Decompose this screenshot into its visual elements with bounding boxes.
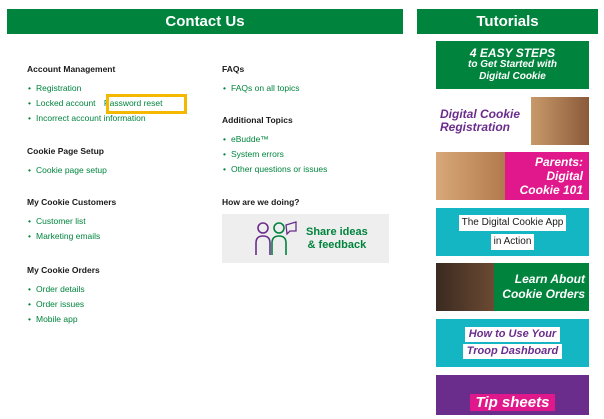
- section-heading: Additional Topics: [222, 115, 293, 125]
- section-heading: FAQs: [222, 64, 245, 74]
- cookie-page-setup-section: Cookie Page Setup Cookie page setup: [27, 145, 107, 178]
- ebudde-link[interactable]: eBudde™: [222, 132, 327, 147]
- additional-topics-section: Additional Topics eBudde™ System errors …: [222, 114, 327, 177]
- customer-list-link[interactable]: Customer list: [27, 214, 116, 229]
- tutorial-troop-dashboard[interactable]: How to Use Your Troop Dashboard: [436, 319, 589, 367]
- tile-line: Troop Dashboard: [462, 344, 563, 359]
- contact-us-title: Contact Us: [165, 13, 245, 30]
- tile-line: Learn About: [514, 272, 585, 286]
- tutorial-parents-101[interactable]: Parents: Digital Cookie 101: [436, 152, 589, 200]
- tile-line: Registration: [440, 120, 511, 134]
- tile-line: 4 EASY STEPS: [469, 46, 556, 60]
- tutorial-registration[interactable]: Digital Cookie Registration: [436, 97, 589, 145]
- cookie-customers-section: My Cookie Customers Customer list Market…: [27, 196, 116, 244]
- tutorials-title: Tutorials: [476, 13, 539, 30]
- tutorial-app-in-action[interactable]: The Digital Cookie App in Action: [436, 208, 589, 256]
- tile-line: Cookie Orders: [502, 287, 585, 301]
- locked-account-label[interactable]: Locked account: [36, 98, 96, 108]
- share-ideas-text: Share ideas: [306, 225, 368, 238]
- contact-us-header: Contact Us: [7, 9, 403, 34]
- section-heading: How are we doing?: [222, 197, 300, 207]
- tutorial-easy-steps[interactable]: 4 EASY STEPS to Get Started with Digital…: [436, 41, 589, 89]
- cookie-orders-section: My Cookie Orders Order details Order iss…: [27, 264, 100, 327]
- tile-line: Digital Cookie: [479, 71, 546, 82]
- tutorial-cookie-orders[interactable]: Learn About Cookie Orders: [436, 263, 589, 311]
- highlight-box: [106, 94, 187, 114]
- section-heading: Account Management: [27, 64, 116, 74]
- tile-line: in Action: [490, 233, 535, 250]
- section-heading: My Cookie Orders: [27, 265, 100, 275]
- tutorial-tip-sheets[interactable]: Tip sheets: [436, 375, 589, 415]
- tutorials-header: Tutorials: [417, 9, 598, 34]
- tile-line: Tip sheets: [469, 394, 556, 411]
- faqs-section: FAQs FAQs on all topics: [222, 63, 300, 96]
- other-questions-link[interactable]: Other questions or issues: [222, 162, 327, 177]
- tile-line: Cookie 101: [519, 183, 583, 197]
- people-feedback-icon: [255, 220, 297, 255]
- system-errors-link[interactable]: System errors: [222, 147, 327, 162]
- tile-line: How to Use Your: [464, 327, 561, 342]
- marketing-emails-link[interactable]: Marketing emails: [27, 229, 116, 244]
- section-heading: My Cookie Customers: [27, 197, 117, 207]
- share-feedback-button[interactable]: Share ideas & feedback: [222, 214, 389, 263]
- faqs-all-topics-link[interactable]: FAQs on all topics: [222, 81, 300, 96]
- feedback-text: & feedback: [307, 238, 367, 251]
- order-details-link[interactable]: Order details: [27, 282, 100, 297]
- tile-line: Parents:: [534, 155, 583, 169]
- tile-line: to Get Started with: [468, 59, 557, 70]
- section-heading: Cookie Page Setup: [27, 146, 104, 156]
- tile-line: Digital: [546, 169, 583, 183]
- tile-line: The Digital Cookie App: [458, 214, 567, 231]
- order-issues-link[interactable]: Order issues: [27, 297, 100, 312]
- cookie-page-setup-link[interactable]: Cookie page setup: [27, 163, 107, 178]
- mobile-app-link[interactable]: Mobile app: [27, 312, 100, 327]
- feedback-section: How are we doing?: [222, 196, 299, 208]
